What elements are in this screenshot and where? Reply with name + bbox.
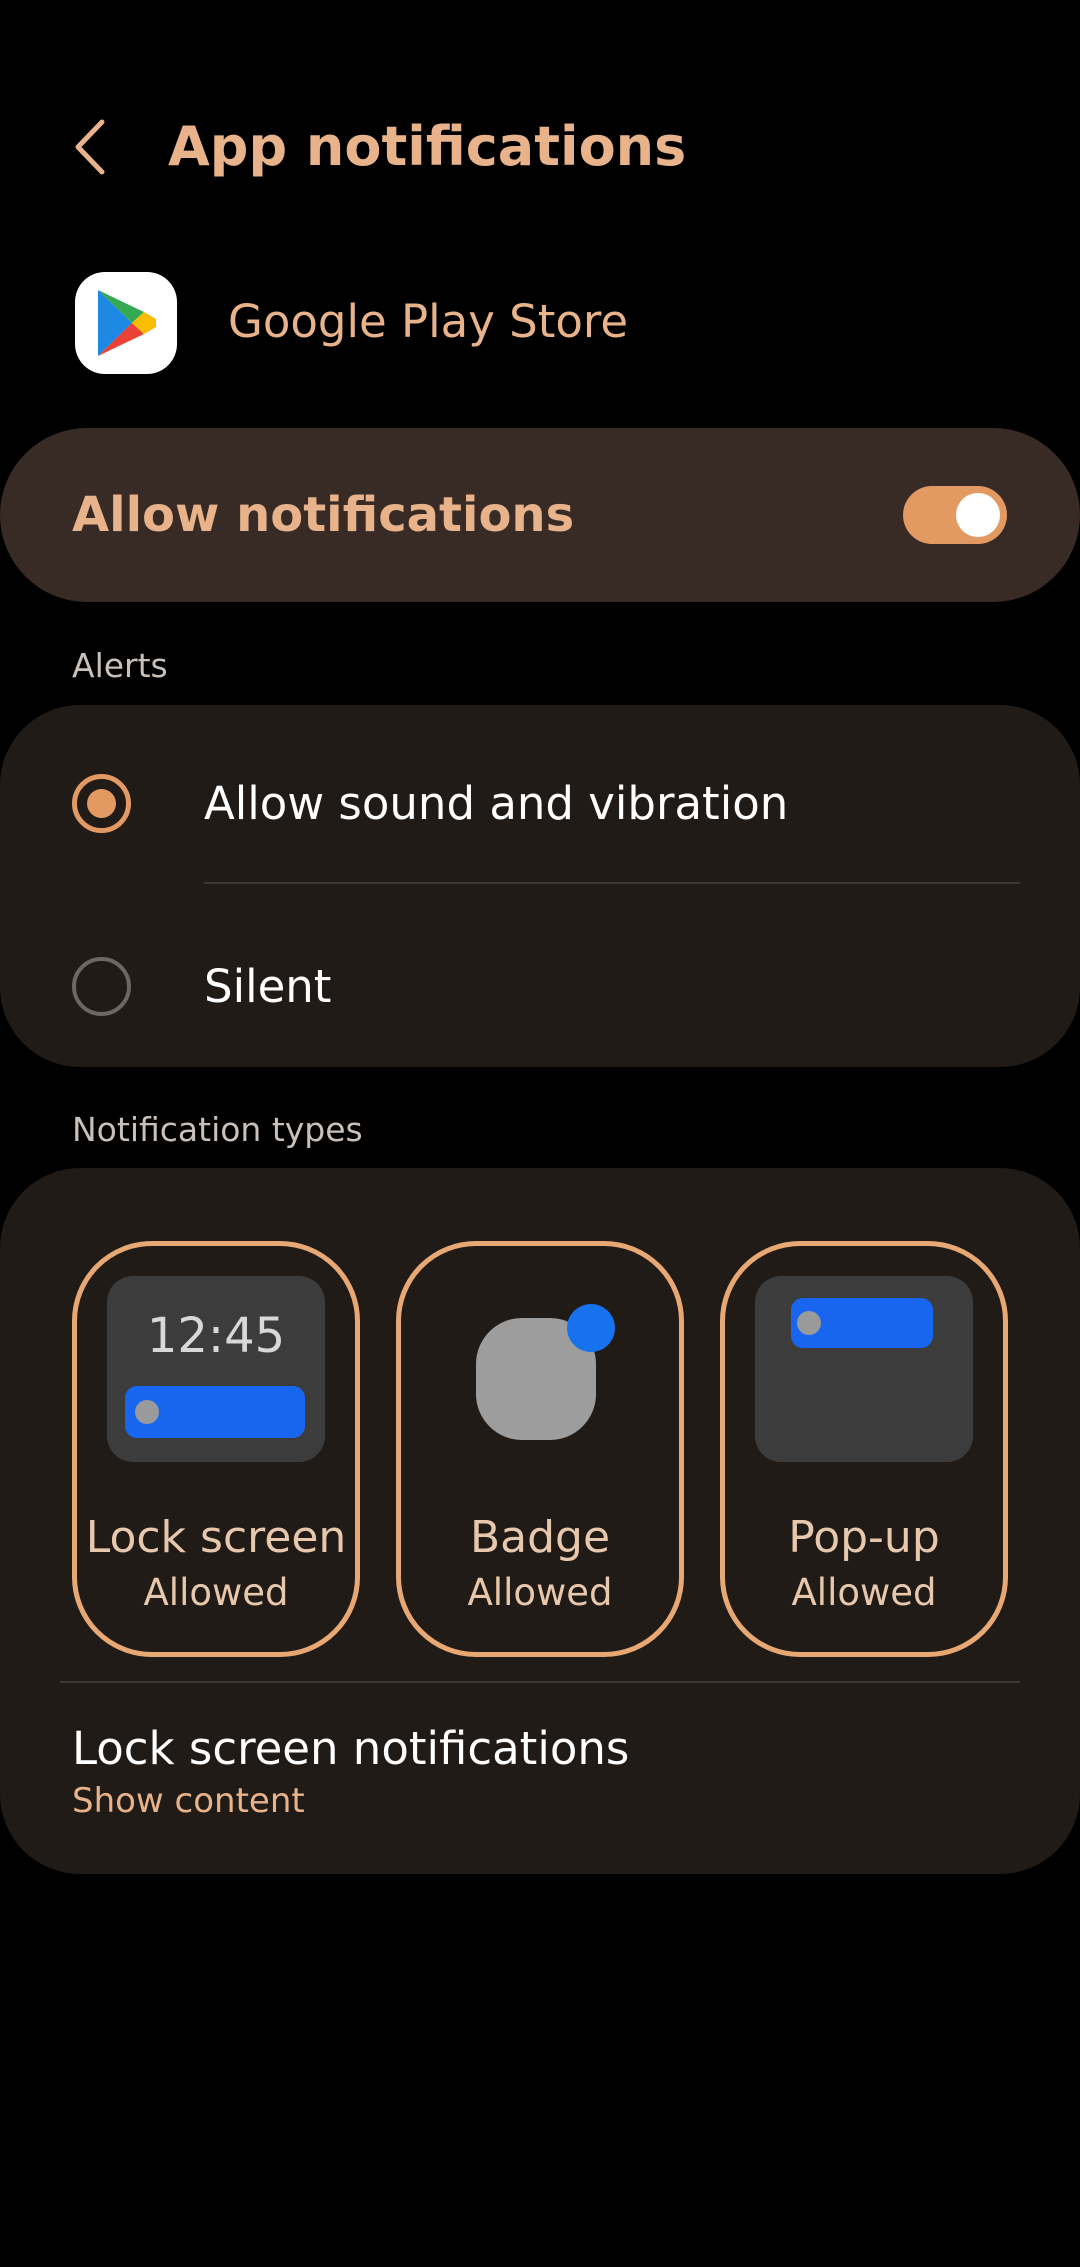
notification-types-card: 12:45 Lock screen Allowed Badge Allowed … [0,1168,1080,1874]
tile-status: Allowed [791,1571,937,1614]
back-button[interactable] [60,112,130,182]
allow-notifications-row[interactable]: Allow notifications [0,428,1080,602]
tile-lock-screen[interactable]: 12:45 Lock screen Allowed [72,1241,360,1657]
preview-notification-bar [125,1386,305,1438]
tile-title: Lock screen [85,1512,347,1563]
alerts-card: Allow sound and vibration Silent [0,705,1080,1067]
badge-dot-icon [567,1304,615,1352]
notification-types-section-label: Notification types [72,1110,363,1149]
tile-badge[interactable]: Badge Allowed [396,1241,684,1657]
lock-screen-preview: 12:45 [107,1276,325,1462]
radio-unselected[interactable] [72,957,131,1016]
pop-up-preview [755,1276,973,1462]
divider [60,1681,1020,1683]
alert-option-sound-vibration[interactable]: Allow sound and vibration [0,717,1080,867]
page-title: App notifications [168,115,687,178]
app-notifications-screen: App notifications Google Play Store Allo… [0,0,1080,2267]
google-play-icon [75,272,177,374]
chevron-left-icon [75,119,105,175]
preview-time: 12:45 [146,1308,286,1364]
preview-popup-bar [791,1298,933,1348]
header: App notifications [0,90,1080,205]
tile-status: Allowed [143,1571,289,1614]
tile-title: Badge [469,1512,611,1563]
toggle-knob [956,493,1000,537]
allow-notifications-toggle[interactable] [903,486,1007,544]
tile-pop-up[interactable]: Pop-up Allowed [720,1241,1008,1657]
alert-option-label: Silent [204,960,332,1013]
divider [204,882,1020,884]
preview-dot [797,1311,821,1335]
preview-dot [135,1400,159,1424]
allow-notifications-label: Allow notifications [72,487,575,543]
alert-option-label: Allow sound and vibration [204,777,789,830]
tile-title: Pop-up [788,1512,940,1563]
tile-status: Allowed [467,1571,613,1614]
lock-screen-notifications-value: Show content [72,1781,305,1821]
app-name: Google Play Store [228,295,629,348]
alerts-section-label: Alerts [72,646,168,685]
app-info-row: Google Play Store [0,272,1080,377]
lock-screen-notifications-title: Lock screen notifications [72,1722,630,1775]
alert-option-silent[interactable]: Silent [0,897,1080,1047]
radio-selected[interactable] [72,774,131,833]
